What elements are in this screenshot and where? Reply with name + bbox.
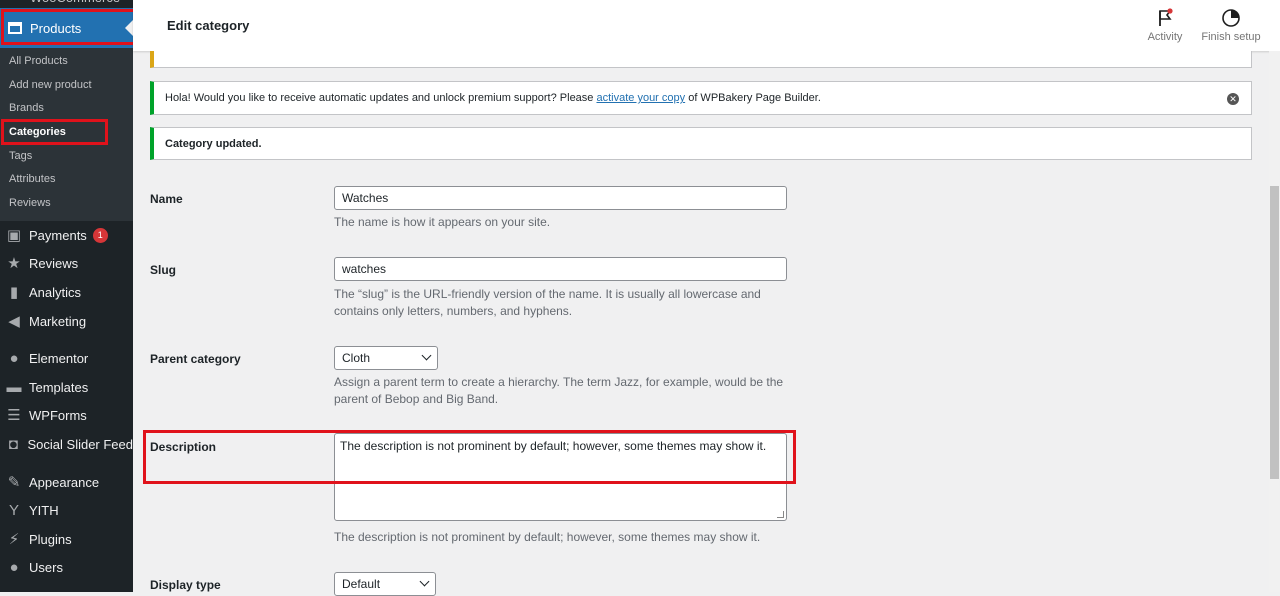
bar-chart-icon: ▮ [9,284,19,301]
display-type-value: Default [342,577,381,591]
submenu-all-products[interactable]: All Products [9,55,68,67]
chevron-down-icon [419,576,430,587]
resize-handle-icon[interactable] [777,511,784,518]
highlight-categories [1,119,108,145]
sidebar-item-reviews[interactable]: ★ Reviews [0,251,133,275]
megaphone-icon: ◀ [8,313,20,330]
display-type-select[interactable]: Default [334,572,436,596]
form-icon: ☰ [7,407,21,424]
payments-icon: ▣ [6,227,22,244]
sidebar-item-label: Users [29,559,63,575]
plug-icon: ⚡ [8,531,20,548]
instagram-icon: ◘ [8,435,18,453]
sidebar-item-payments[interactable]: ▣ Payments 1 [0,223,133,247]
sidebar-item-label: Reviews [29,255,79,271]
sidebar-item-label: WPForms [29,407,87,423]
progress-circle-icon [1222,9,1240,27]
sidebar-item-plugins[interactable]: ⚡ Plugins [0,527,133,551]
sidebar-item-woocommerce[interactable]: WooCommerce [0,0,133,8]
submenu-add-new-product[interactable]: Add new product [9,79,92,91]
parent-category-select[interactable]: Cloth [334,346,438,370]
highlight-products [1,9,138,45]
sidebar-item-users[interactable]: ● Users [0,555,133,579]
name-input[interactable]: Watches [334,186,787,210]
sidebar-item-label: Analytics [29,284,82,300]
sidebar-item-social-slider-feed[interactable]: ◘ Social Slider Feed [0,432,133,456]
submenu-attributes[interactable]: Attributes [9,173,55,185]
submenu-tags[interactable]: Tags [9,150,32,162]
paintbrush-icon: ✎ [7,474,21,491]
activity-label: Activity [1147,31,1183,43]
sidebar-item-label: Marketing [29,313,87,329]
sidebar-item-wpforms[interactable]: ☰ WPForms [0,403,133,427]
sidebar-item-appearance[interactable]: ✎ Appearance [0,470,133,494]
admin-sidebar: WooCommerce Products All Products Add ne… [0,0,133,592]
scrollbar-thumb[interactable] [1270,186,1279,479]
star-icon: ★ [7,255,21,272]
sidebar-item-label: Social Slider Feed [27,436,134,452]
sidebar-item-label: Templates [29,379,89,395]
sidebar-item-yith[interactable]: Y YITH [0,498,133,522]
sidebar-item-label: Payments [29,227,87,243]
slug-help-line-1: The “slug” is the URL-friendly version o… [334,287,761,301]
display-type-label: Display type [150,578,221,592]
sidebar-item-label: YITH [29,502,59,518]
page-title: Edit category [167,18,250,33]
chevron-down-icon [421,350,432,361]
sidebar-item-templates[interactable]: ▬ Templates [0,375,133,399]
category-updated-notice: Category updated. [150,127,1252,160]
slug-input[interactable]: watches [334,257,787,281]
notice-text-prefix: Hola! Would you like to receive automati… [165,92,594,104]
header-bar: Edit category Activity Finish setup [133,0,1280,51]
sidebar-item-label: Elementor [29,350,89,366]
name-label: Name [150,192,183,206]
finish-setup-button[interactable]: Finish setup [1200,8,1262,43]
sidebar-item-label: Appearance [29,474,100,490]
highlight-description [143,430,796,484]
dismiss-icon[interactable]: ✕ [1227,93,1239,105]
finish-setup-label: Finish setup [1201,31,1261,43]
warning-notice [150,51,1252,68]
folder-icon: ▬ [6,378,22,396]
description-help: The description is not prominent by defa… [334,530,761,544]
flag-icon [1159,8,1173,26]
notification-badge: 1 [92,227,108,243]
wpbakery-notice: Hola! Would you like to receive automati… [150,81,1252,115]
activity-button[interactable]: Activity [1145,8,1185,43]
yith-icon: Y [8,501,19,519]
submenu-reviews[interactable]: Reviews [9,197,51,209]
notice-text-suffix: of WPBakery Page Builder. [688,92,821,104]
parent-help-line-2: parent of Bebop and Big Band. [334,392,499,406]
notice-text: Hola! Would you like to receive automati… [165,92,821,104]
slug-help-line-2: contains only letters, numbers, and hyph… [334,304,573,318]
notice-text: Category updated. [165,137,262,150]
slug-label: Slug [150,263,176,277]
parent-category-value: Cloth [342,351,371,365]
activate-copy-link[interactable]: activate your copy [596,92,685,104]
sidebar-item-analytics[interactable]: ▮ Analytics [0,280,133,304]
parent-help-line-1: Assign a parent term to create a hierarc… [334,375,784,389]
submenu-brands[interactable]: Brands [9,102,44,114]
elementor-icon: ● [9,349,19,367]
parent-category-label: Parent category [150,352,241,366]
sidebar-item-marketing[interactable]: ◀ Marketing [0,309,133,333]
user-icon: ● [9,558,19,576]
sidebar-item-label: Plugins [29,531,72,547]
name-help: The name is how it appears on your site. [334,215,551,229]
sidebar-item-elementor[interactable]: ● Elementor [0,346,133,370]
page-scrollbar[interactable] [1269,51,1280,592]
